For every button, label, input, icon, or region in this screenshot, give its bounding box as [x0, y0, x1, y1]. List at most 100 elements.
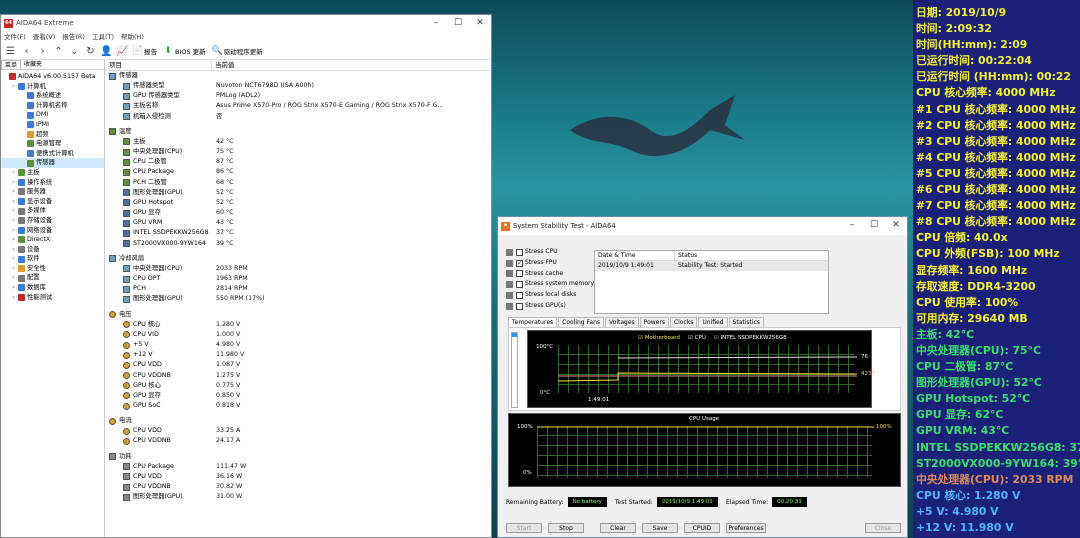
tree-item[interactable]: › 多媒体	[1, 206, 104, 216]
menu-item[interactable]: 查看(V)	[33, 31, 56, 43]
tree-item[interactable]: › 配置	[1, 273, 104, 283]
minimize-button[interactable]: –	[425, 15, 447, 31]
sensor-row[interactable]: 图形处理器(GPU) 52 °C	[109, 188, 491, 198]
column-item[interactable]: 项目	[105, 60, 212, 70]
section-header[interactable]: 冷却风扇	[109, 254, 491, 264]
tab-graph[interactable]: Statistics	[728, 317, 764, 327]
tree-item[interactable]: › 性能测试	[1, 293, 104, 303]
tab-graph[interactable]: Cooling Fans	[558, 317, 605, 327]
title-bar[interactable]: 64 AIDA64 Extreme – ☐ ✕	[1, 15, 491, 31]
sensor-row[interactable]: GPU VRM 43 °C	[109, 218, 491, 228]
sst-maximize-button[interactable]: ☐	[863, 217, 885, 233]
sensor-row[interactable]: GPU Hotspot 52 °C	[109, 198, 491, 208]
sensor-row[interactable]: CPU VDDNB 1.275 V	[109, 371, 491, 381]
sensor-row[interactable]: GPU 显存 60 °C	[109, 208, 491, 218]
stress-option[interactable]: Stress system memory	[506, 279, 594, 290]
section-header[interactable]: 电流	[109, 416, 491, 426]
back-icon[interactable]: ‹	[20, 45, 33, 58]
sensor-row[interactable]: 主板 42 °C	[109, 137, 491, 147]
tab-graph[interactable]: Unified	[698, 317, 728, 327]
tree-item[interactable]: › 网络设备	[1, 226, 104, 236]
checkbox[interactable]	[516, 248, 523, 256]
cpuid-button[interactable]: CPUID	[684, 523, 720, 533]
menu-toggle-icon[interactable]: ☰	[4, 45, 17, 58]
tree-item[interactable]: › 显示设备	[1, 197, 104, 207]
sensor-row[interactable]: CPU VDDNB 24.17 A	[109, 436, 491, 446]
stop-button[interactable]: Stop	[548, 523, 584, 533]
graph-scrollbar[interactable]	[511, 332, 518, 408]
down-icon[interactable]: ⌄	[68, 45, 81, 58]
tab-graph[interactable]: Temperatures	[508, 317, 558, 327]
sensor-row[interactable]: 图形处理器(GPU) 31.00 W	[109, 492, 491, 502]
sst-minimize-button[interactable]: –	[841, 217, 863, 233]
tree-item[interactable]: IPMI	[1, 120, 104, 130]
column-value[interactable]: 当前值	[212, 60, 235, 70]
section-header[interactable]: 功耗	[109, 452, 491, 462]
tree-item[interactable]: › 软件	[1, 254, 104, 264]
sensor-row[interactable]: CPU VID 1.000 V	[109, 330, 491, 340]
sensor-row[interactable]: GPU 核心 0.775 V	[109, 381, 491, 391]
sensor-row[interactable]: CPU 二极管 87 °C	[109, 157, 491, 167]
menu-item[interactable]: 文件(F)	[4, 31, 26, 43]
sensor-row[interactable]: INTEL SSDPEKKW256G8 37 °C	[109, 228, 491, 238]
tab-graph[interactable]: Powers	[639, 317, 669, 327]
close-window-button[interactable]: Close	[865, 523, 901, 533]
sensor-row[interactable]: 图形处理器(GPU) 550 RPM (17%)	[109, 294, 491, 304]
sensor-row[interactable]: CPU VDD 36.16 W	[109, 472, 491, 482]
stress-option[interactable]: Stress CPU	[506, 247, 594, 258]
sensor-row[interactable]: ST2000VX000-9YW164 39 °C	[109, 239, 491, 249]
tree-item[interactable]: › 服务器	[1, 187, 104, 197]
close-button[interactable]: ✕	[469, 15, 491, 31]
tree-item[interactable]: DMI	[1, 110, 104, 120]
sensor-row[interactable]: 传感器类型 Nuvoton NCT6798D (ISA A00h)	[109, 81, 491, 91]
sensor-row[interactable]: CPU Package 111.47 W	[109, 462, 491, 472]
tab-menu[interactable]: 菜单	[1, 60, 22, 69]
tree-item[interactable]: › DirectX	[1, 235, 104, 245]
user-icon[interactable]: 👤	[100, 45, 113, 58]
checkbox[interactable]	[516, 281, 523, 289]
preferences-button[interactable]: Preferences	[726, 523, 766, 533]
sst-title-bar[interactable]: ⚑ System Stability Test - AIDA64 – ☐ ✕	[498, 217, 907, 235]
sensor-row[interactable]: GPU 传感器类型 PMLog (ADL2)	[109, 91, 491, 101]
tree-item[interactable]: › 主板	[1, 168, 104, 178]
chart-icon[interactable]: 📈	[116, 45, 129, 58]
section-header[interactable]: 电压	[109, 310, 491, 320]
sensor-row[interactable]: CPU VDD 33.25 A	[109, 426, 491, 436]
checkbox[interactable]	[516, 270, 523, 278]
menu-item[interactable]: 报告(R)	[62, 31, 85, 43]
tree-item[interactable]: › 计算机	[1, 82, 104, 92]
stress-option[interactable]: Stress cache	[506, 269, 594, 280]
tab-graph[interactable]: Clocks	[669, 317, 698, 327]
checkbox[interactable]: ✓	[516, 259, 523, 267]
refresh-icon[interactable]: ↻	[84, 45, 97, 58]
tree-item[interactable]: › 安全性	[1, 264, 104, 274]
sensor-row[interactable]: 中央处理器(CPU) 75 °C	[109, 147, 491, 157]
sensor-row[interactable]: CPU VDD 1.087 V	[109, 360, 491, 370]
section-header[interactable]: 温度	[109, 127, 491, 137]
tab-favorites[interactable]: 收藏夹	[21, 60, 45, 69]
stress-option[interactable]: ✓ Stress FPU	[506, 258, 594, 269]
bios-update-button[interactable]: ⬇ BIOS 更新	[163, 46, 205, 56]
sensor-row[interactable]: CPU VDDNB 30.82 W	[109, 482, 491, 492]
tree-item[interactable]: 电源管理	[1, 139, 104, 149]
checkbox[interactable]	[516, 302, 523, 310]
sensor-row[interactable]: 机箱入侵检测 否	[109, 112, 491, 122]
sensor-row[interactable]: CPU OPT 1963 RPM	[109, 274, 491, 284]
tree-item[interactable]: › 操作系统	[1, 178, 104, 188]
tree-item[interactable]: › 数据库	[1, 283, 104, 293]
driver-update-button[interactable]: 🔍 驱动程序更新	[212, 46, 263, 56]
sensor-row[interactable]: 中央处理器(CPU) 2033 RPM	[109, 264, 491, 274]
tree-item[interactable]: › 存储设备	[1, 216, 104, 226]
menu-item[interactable]: 帮助(H)	[121, 31, 144, 43]
tree-item[interactable]: 系统概述	[1, 91, 104, 101]
tab-graph[interactable]: Voltages	[605, 317, 639, 327]
checkbox[interactable]	[516, 292, 523, 300]
tree-item[interactable]: 超频	[1, 130, 104, 140]
tree-item[interactable]: 传感器	[1, 158, 104, 168]
forward-icon[interactable]: ›	[36, 45, 49, 58]
menu-item[interactable]: 工具(T)	[92, 31, 114, 43]
sensor-row[interactable]: +5 V 4.980 V	[109, 340, 491, 350]
sensor-row[interactable]: CPU 核心 1.280 V	[109, 320, 491, 330]
maximize-button[interactable]: ☐	[447, 15, 469, 31]
sensor-row[interactable]: GPU SoC 0.818 V	[109, 401, 491, 411]
